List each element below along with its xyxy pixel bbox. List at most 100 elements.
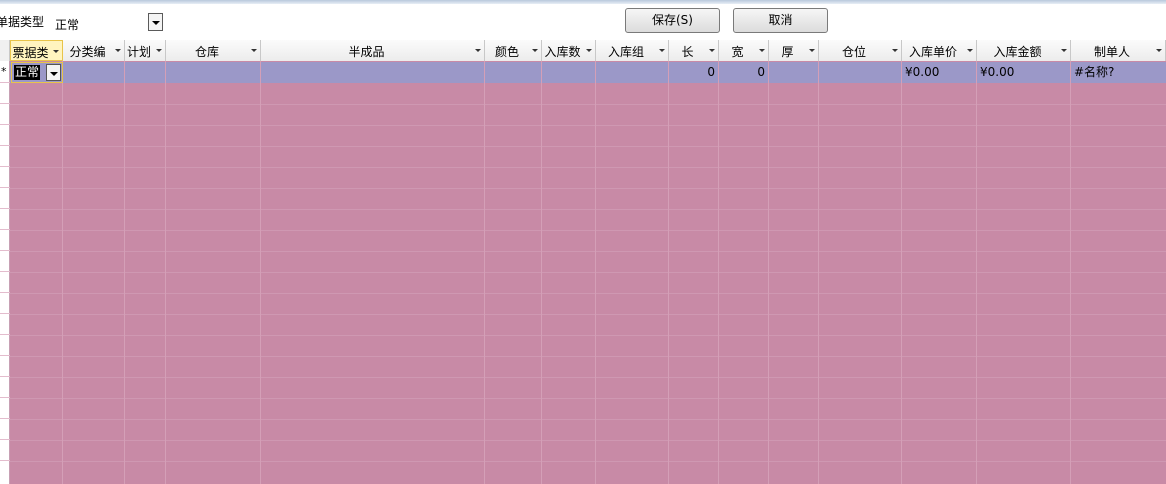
column-divider [484, 61, 485, 484]
sort-dropdown-icon[interactable] [251, 49, 257, 52]
sort-dropdown-icon[interactable] [1061, 49, 1067, 52]
sort-dropdown-icon[interactable] [156, 49, 162, 52]
row-divider [10, 440, 1166, 441]
length-cell[interactable]: 0 [669, 62, 719, 83]
select-all-corner[interactable] [0, 40, 10, 61]
column-header-width[interactable]: 宽 [719, 40, 769, 61]
sort-dropdown-icon[interactable] [709, 49, 715, 52]
column-header-amount[interactable]: 入库金额 [977, 40, 1071, 61]
column-header-unit-price[interactable]: 入库单价 [902, 40, 977, 61]
sort-dropdown-icon[interactable] [53, 50, 59, 53]
row-divider [10, 356, 1166, 357]
row-divider [10, 125, 1166, 126]
sort-dropdown-icon[interactable] [892, 49, 898, 52]
column-divider [541, 61, 542, 484]
selector-divider [0, 229, 10, 230]
selector-divider [0, 397, 10, 398]
row-divider [10, 377, 1166, 378]
column-header-plan[interactable]: 计划 [125, 40, 166, 61]
ticket-type-value: 正常 [14, 65, 41, 80]
column-divider [260, 61, 261, 484]
form-toolbar: 单据类型 正常 保存(S) 取消 [0, 0, 1166, 41]
width-cell[interactable]: 0 [719, 62, 769, 83]
column-header-ticket-type[interactable]: 票据类 [10, 40, 63, 61]
bill-type-label: 单据类型 [0, 15, 45, 29]
sort-dropdown-icon[interactable] [1156, 49, 1162, 52]
record-selector-column[interactable] [0, 61, 10, 484]
column-divider [595, 61, 596, 484]
column-divider [1070, 61, 1071, 484]
selector-divider [0, 187, 10, 188]
unit-price-cell[interactable]: ¥0.00 [902, 62, 977, 83]
row-divider [10, 293, 1166, 294]
row-divider [10, 251, 1166, 252]
column-header-inbound-group[interactable]: 入库组 [596, 40, 669, 61]
window-edge [0, 0, 1166, 4]
creator-cell[interactable]: #名称? [1071, 62, 1166, 83]
selector-divider [0, 124, 10, 125]
row-divider [10, 398, 1166, 399]
sort-dropdown-icon[interactable] [809, 49, 815, 52]
sort-dropdown-icon[interactable] [475, 49, 481, 52]
row-divider [10, 419, 1166, 420]
column-divider [901, 61, 902, 484]
sort-dropdown-icon[interactable] [115, 49, 121, 52]
selector-divider [0, 334, 10, 335]
row-divider [10, 314, 1166, 315]
column-header-semi-finished[interactable]: 半成品 [261, 40, 485, 61]
selector-divider [0, 418, 10, 419]
column-header-warehouse[interactable]: 仓库 [166, 40, 261, 61]
column-divider [62, 61, 63, 484]
column-header-category-code[interactable]: 分类编 [63, 40, 125, 61]
chevron-down-icon[interactable] [148, 13, 163, 31]
ticket-type-combo[interactable]: 正常 [11, 62, 63, 83]
selector-divider [0, 103, 10, 104]
cancel-button[interactable]: 取消 [733, 8, 828, 33]
amount-cell[interactable]: ¥0.00 [977, 62, 1071, 83]
column-header-inbound-qty[interactable]: 入库数 [542, 40, 596, 61]
row-divider [10, 230, 1166, 231]
datasheet-grid: 票据类 分类编 计划 仓库 半成品 颜色 入库数 入库组 长 宽 厚 仓位 入库… [0, 40, 1166, 484]
column-header-length[interactable]: 长 [669, 40, 719, 61]
column-header-location[interactable]: 仓位 [819, 40, 902, 61]
sort-dropdown-icon[interactable] [659, 49, 665, 52]
selector-divider [0, 355, 10, 356]
selector-divider [0, 145, 10, 146]
row-divider [10, 209, 1166, 210]
bill-type-select[interactable]: 正常 [51, 12, 164, 32]
sort-dropdown-icon[interactable] [759, 49, 765, 52]
selector-divider [0, 292, 10, 293]
column-header-creator[interactable]: 制单人 [1071, 40, 1166, 61]
selector-divider [0, 376, 10, 377]
column-divider [124, 61, 125, 484]
column-divider [718, 61, 719, 484]
selector-divider [0, 460, 10, 461]
selector-divider [0, 208, 10, 209]
column-divider [818, 61, 819, 484]
bill-type-value: 正常 [55, 18, 80, 32]
column-header-color[interactable]: 颜色 [485, 40, 542, 61]
column-divider [165, 61, 166, 484]
sort-dropdown-icon[interactable] [967, 49, 973, 52]
column-divider [768, 61, 769, 484]
row-divider [10, 167, 1166, 168]
row-divider [10, 272, 1166, 273]
selector-divider [0, 271, 10, 272]
selector-divider [0, 439, 10, 440]
selector-divider [0, 250, 10, 251]
column-divider [976, 61, 977, 484]
row-divider [10, 335, 1166, 336]
chevron-down-icon[interactable] [46, 64, 61, 81]
new-record-marker: * [1, 65, 7, 78]
selector-divider [0, 166, 10, 167]
column-divider [668, 61, 669, 484]
column-header-row: 票据类 分类编 计划 仓库 半成品 颜色 入库数 入库组 长 宽 厚 仓位 入库… [0, 40, 1166, 61]
column-header-thickness[interactable]: 厚 [769, 40, 819, 61]
sort-dropdown-icon[interactable] [532, 49, 538, 52]
row-divider [10, 146, 1166, 147]
selector-divider [0, 313, 10, 314]
row-divider [10, 461, 1166, 462]
sort-dropdown-icon[interactable] [586, 49, 592, 52]
row-divider [10, 104, 1166, 105]
save-button[interactable]: 保存(S) [625, 8, 720, 33]
